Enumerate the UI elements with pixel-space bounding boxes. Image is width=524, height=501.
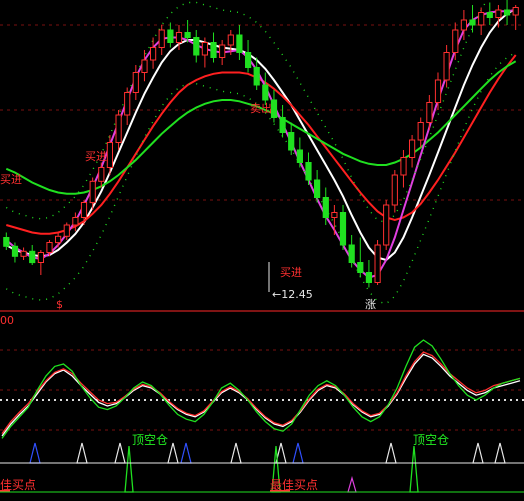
candle-up [383,204,390,246]
candle-up [417,122,424,141]
candle-up [141,59,148,73]
candle-down [11,245,19,257]
candle-down [253,67,260,86]
candle-down [288,132,295,151]
candle-up [443,52,450,81]
buy-signal-label-1: 买进 [85,150,107,163]
candle-down [469,19,476,26]
candle-down [296,149,303,163]
candle-up [478,12,485,26]
candle-up [201,42,209,56]
candle-down [314,179,321,198]
candle-up [409,139,416,158]
divider-right-marker: 涨 [365,298,376,311]
best-buy-label-left: 佳买点 [0,478,36,492]
candle-up [219,44,226,58]
candle-down [305,162,312,181]
candle-down [322,197,329,218]
candle-up [37,252,44,263]
candle-up [63,224,70,237]
candle-up [331,212,338,218]
candle-up [426,102,433,123]
candle-down [262,84,269,101]
candle-down [357,262,364,273]
best-buy-label: 最佳买点 [270,478,318,492]
top-empty-label-2: 顶空仓 [413,433,449,447]
buy-signal-label-left: 买进 [0,173,22,186]
candle-up [124,92,131,116]
candle-down [167,29,174,43]
candle-up [434,79,442,103]
sell-signal-label: 卖出 [250,101,272,115]
candle-up [391,174,398,206]
stock-chart: 买进 买进 卖出 买进 ←12.45 $ 涨 00 顶空仓 顶空仓 佳买点 最佳… [0,0,524,501]
candle-down [193,37,200,56]
candle-up [46,242,53,253]
candle-down [236,34,243,53]
candle-up [106,142,114,168]
candle-up [80,202,88,218]
candle-up [460,19,467,31]
candle-down [184,32,191,38]
candle-down [348,244,355,263]
candle-up [72,217,79,226]
candle-up [150,47,157,61]
candle-down [245,52,252,68]
candle-down [339,212,347,246]
candle-down [504,9,511,16]
candle-up [227,34,234,46]
candle-up [175,32,183,43]
top-empty-label-1: 顶空仓 [132,433,168,447]
candle-up [55,235,62,244]
candle-down [29,250,36,264]
candle-down [365,272,372,283]
candle-up [20,250,27,257]
candle-up [374,244,381,283]
candle-up [98,167,105,182]
buy-signal-label-2: 买进 [280,266,302,279]
divider-left-marker: $ [56,298,63,311]
candle-down [210,42,217,58]
candle-up [132,72,139,93]
candle-down [279,117,286,133]
low-price-label: ←12.45 [272,288,313,301]
candle-up [495,9,502,18]
candle-down [3,237,10,247]
candle-up [512,7,519,16]
candle-up [400,157,407,176]
candle-up [115,114,122,143]
candle-up [89,180,96,204]
candle-up [452,29,459,53]
candle-down [486,12,493,18]
candle-down [270,99,278,118]
candle-up [158,29,165,48]
lower-axis-value: 00 [0,314,14,327]
